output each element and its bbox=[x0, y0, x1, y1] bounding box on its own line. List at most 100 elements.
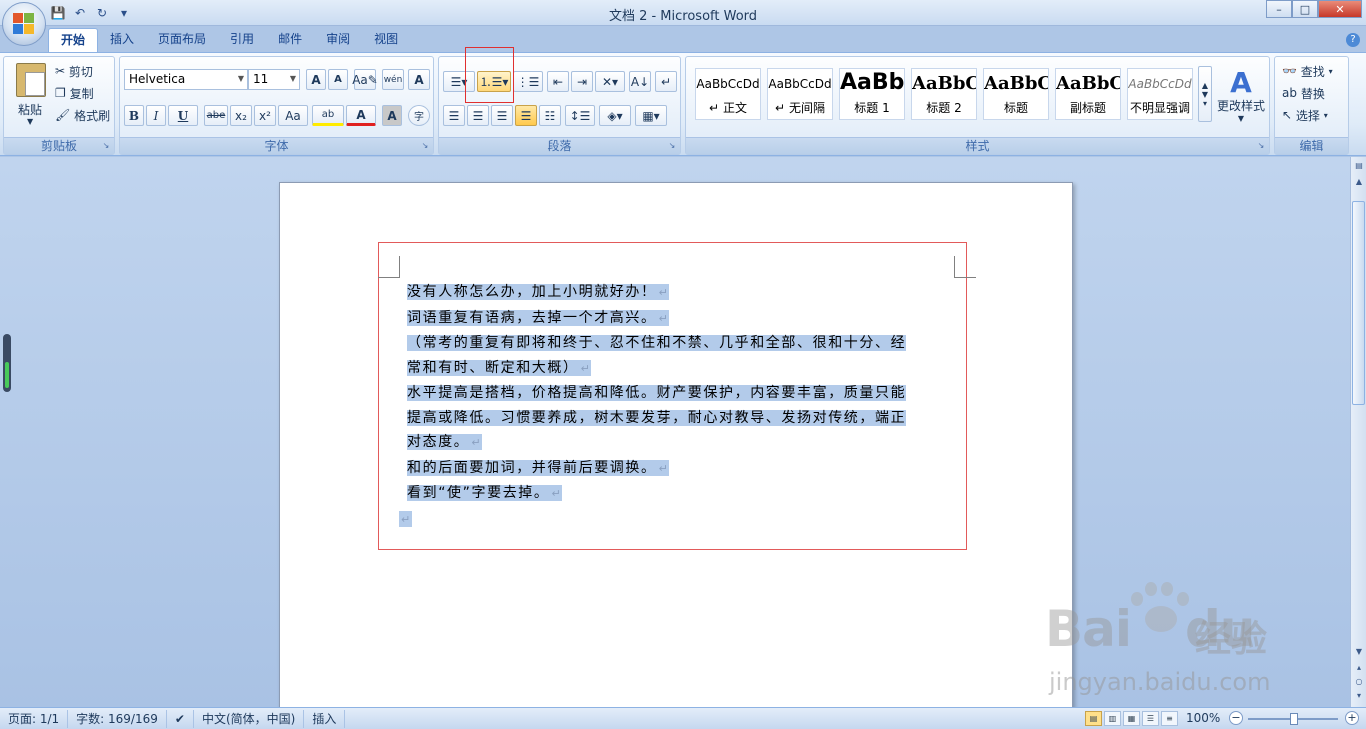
align-left-button[interactable]: ☰ bbox=[443, 105, 465, 126]
cut-button[interactable]: ✂ 剪切 bbox=[54, 62, 94, 80]
bold-button[interactable]: B bbox=[124, 105, 144, 126]
highlight-button[interactable]: ab bbox=[312, 105, 344, 126]
word-count[interactable]: 字数: 169/169 bbox=[68, 709, 167, 728]
line-spacing-button[interactable]: ↕☰ bbox=[565, 105, 595, 126]
font-color-button[interactable]: A bbox=[346, 105, 376, 126]
document-line[interactable]: 和的后面要加词，并得前后要调换。 ↵ bbox=[407, 456, 947, 482]
document-line[interactable]: 水平提高是搭档，价格提高和降低。财产要保护，内容要丰富，质量只能 bbox=[407, 381, 947, 406]
paste-icon[interactable] bbox=[16, 63, 46, 97]
character-shading-button[interactable]: A bbox=[382, 105, 402, 126]
paste-dropdown-icon[interactable]: ▼ bbox=[27, 117, 33, 126]
zoom-slider-thumb[interactable] bbox=[1290, 713, 1298, 725]
tab-references[interactable]: 引用 bbox=[218, 28, 266, 52]
increase-indent-button[interactable]: ⇥ bbox=[571, 71, 593, 92]
print-layout-icon[interactable]: ▤ bbox=[1085, 711, 1102, 726]
insert-mode-indicator[interactable]: 插入 bbox=[304, 709, 346, 728]
document-line[interactable]: 对态度。 ↵ bbox=[407, 430, 947, 456]
grow-font-button[interactable]: A bbox=[306, 69, 326, 90]
paragraph-launcher-icon[interactable]: ↘ bbox=[667, 141, 677, 151]
tab-view[interactable]: 视图 bbox=[362, 28, 410, 52]
next-page-icon[interactable]: ▾ bbox=[1352, 689, 1366, 703]
ruler-toggle-icon[interactable]: ▤ bbox=[1352, 159, 1366, 173]
subscript-button[interactable]: x₂ bbox=[230, 105, 252, 126]
numbering-button[interactable]: ⒈☰▾ bbox=[477, 71, 511, 92]
style-no-spacing[interactable]: AaBbCcDd ↵ 无间隔 bbox=[767, 68, 833, 120]
browse-object-icon[interactable]: ○ bbox=[1352, 675, 1366, 689]
previous-page-icon[interactable]: ▴ bbox=[1352, 661, 1366, 675]
close-button[interactable]: ✕ bbox=[1318, 0, 1362, 18]
maximize-button[interactable]: □ bbox=[1292, 0, 1318, 18]
decrease-indent-button[interactable]: ⇤ bbox=[547, 71, 569, 92]
styles-launcher-icon[interactable]: ↘ bbox=[1256, 141, 1266, 151]
bullets-button[interactable]: ☰▾ bbox=[443, 71, 475, 92]
zoom-level[interactable]: 100% bbox=[1186, 711, 1220, 725]
justify-button[interactable]: ☰ bbox=[515, 105, 537, 126]
paste-button-label[interactable]: 粘贴 bbox=[18, 101, 42, 118]
style-heading-1[interactable]: AaBb 标题 1 bbox=[839, 68, 905, 120]
document-line[interactable]: 词语重复有语病，去掉一个才高兴。 ↵ bbox=[407, 306, 947, 332]
font-size-select[interactable]: 11 ▼ bbox=[248, 69, 300, 90]
shrink-font-button[interactable]: A bbox=[328, 69, 348, 90]
office-button[interactable] bbox=[2, 2, 46, 46]
tab-page-layout[interactable]: 页面布局 bbox=[146, 28, 218, 52]
chinese-layout-button[interactable]: ✕▾ bbox=[595, 71, 625, 92]
shading-button[interactable]: ◈▾ bbox=[599, 105, 631, 126]
enclose-characters-button[interactable]: 字 bbox=[408, 105, 430, 126]
web-layout-icon[interactable]: ▦ bbox=[1123, 711, 1140, 726]
scrollbar-thumb[interactable] bbox=[1352, 201, 1365, 405]
language-indicator[interactable]: 中文(简体，中国) bbox=[194, 709, 305, 728]
change-case-button[interactable]: Aa bbox=[278, 105, 308, 126]
font-family-select[interactable]: Helvetica ▼ bbox=[124, 69, 248, 90]
sort-button[interactable]: A↓ bbox=[629, 71, 651, 92]
underline-button[interactable]: U bbox=[168, 105, 198, 126]
align-right-button[interactable]: ☰ bbox=[491, 105, 513, 126]
tab-insert[interactable]: 插入 bbox=[98, 28, 146, 52]
superscript-button[interactable]: x² bbox=[254, 105, 276, 126]
help-icon[interactable]: ? bbox=[1346, 33, 1360, 47]
strikethrough-button[interactable]: abe bbox=[204, 105, 228, 126]
style-heading-2[interactable]: AaBbC 标题 2 bbox=[911, 68, 977, 120]
borders-button[interactable]: ▦▾ bbox=[635, 105, 667, 126]
show-marks-button[interactable]: ↵ bbox=[655, 71, 677, 92]
copy-button[interactable]: ❐ 复制 bbox=[54, 84, 95, 102]
full-screen-reading-icon[interactable]: ▥ bbox=[1104, 711, 1121, 726]
format-painter-button[interactable]: 🖌 格式刷 bbox=[54, 106, 111, 124]
italic-button[interactable]: I bbox=[146, 105, 166, 126]
styles-gallery-scroll[interactable]: ▲ ▼ ▾ bbox=[1198, 66, 1212, 122]
multilevel-list-button[interactable]: ⋮☰ bbox=[513, 71, 543, 92]
page-indicator[interactable]: 页面: 1/1 bbox=[0, 709, 69, 728]
document-line[interactable]: 没有人称怎么办，加上小明就好办！ ↵ bbox=[407, 280, 947, 306]
document-line[interactable]: 提高或降低。习惯要养成，树木要发芽，耐心对教导、发扬对传统，端正 bbox=[407, 406, 947, 431]
scroll-up-icon[interactable]: ▲ bbox=[1352, 175, 1366, 189]
find-button[interactable]: 👓 查找 ▾ bbox=[1281, 62, 1334, 80]
font-launcher-icon[interactable]: ↘ bbox=[420, 141, 430, 151]
scroll-down-icon[interactable]: ▼ bbox=[1352, 645, 1366, 659]
clipboard-launcher-icon[interactable]: ↘ bbox=[101, 141, 111, 151]
distributed-button[interactable]: ☷ bbox=[539, 105, 561, 126]
change-styles-button[interactable]: A 更改样式 ▼ bbox=[1214, 61, 1268, 131]
document-body[interactable]: 没有人称怎么办，加上小明就好办！ ↵ 词语重复有语病，去掉一个才高兴。 ↵ （常考的重复… bbox=[399, 280, 947, 532]
vertical-scrollbar[interactable]: ▤ ▲ ▼ ▴ ○ ▾ bbox=[1350, 157, 1366, 707]
style-title[interactable]: AaBbC 标题 bbox=[983, 68, 1049, 120]
document-line[interactable]: 看到“使”字要去掉。 ↵ bbox=[407, 481, 947, 507]
tab-mailings[interactable]: 邮件 bbox=[266, 28, 314, 52]
document-line[interactable]: 常和有时、断定和大概） ↵ bbox=[407, 356, 947, 382]
style-subtitle[interactable]: AaBbC 副标题 bbox=[1055, 68, 1121, 120]
character-border-button[interactable]: A bbox=[408, 69, 430, 90]
minimize-button[interactable]: – bbox=[1266, 0, 1292, 18]
align-center-button[interactable]: ☰ bbox=[467, 105, 489, 126]
phonetic-guide-button[interactable]: wén bbox=[382, 69, 404, 90]
style-subtle-emphasis[interactable]: AaBbCcDd 不明显强调 bbox=[1127, 68, 1193, 120]
document-line[interactable]: ↵ bbox=[399, 507, 947, 533]
zoom-in-icon[interactable]: + bbox=[1345, 711, 1359, 725]
clear-format-button[interactable]: Aa✎ bbox=[352, 69, 378, 90]
zoom-out-icon[interactable]: − bbox=[1229, 711, 1243, 725]
style-normal[interactable]: AaBbCcDd ↵ 正文 bbox=[695, 68, 761, 120]
proofing-icon[interactable]: ✔ bbox=[167, 709, 194, 728]
tab-home[interactable]: 开始 bbox=[48, 28, 99, 52]
outline-icon[interactable]: ☰ bbox=[1142, 711, 1159, 726]
replace-button[interactable]: ab 替换 bbox=[1281, 84, 1326, 102]
draft-icon[interactable]: ≡ bbox=[1161, 711, 1178, 726]
document-page[interactable]: 没有人称怎么办，加上小明就好办！ ↵ 词语重复有语病，去掉一个才高兴。 ↵ （常考的重复… bbox=[279, 182, 1073, 722]
tab-review[interactable]: 审阅 bbox=[314, 28, 362, 52]
